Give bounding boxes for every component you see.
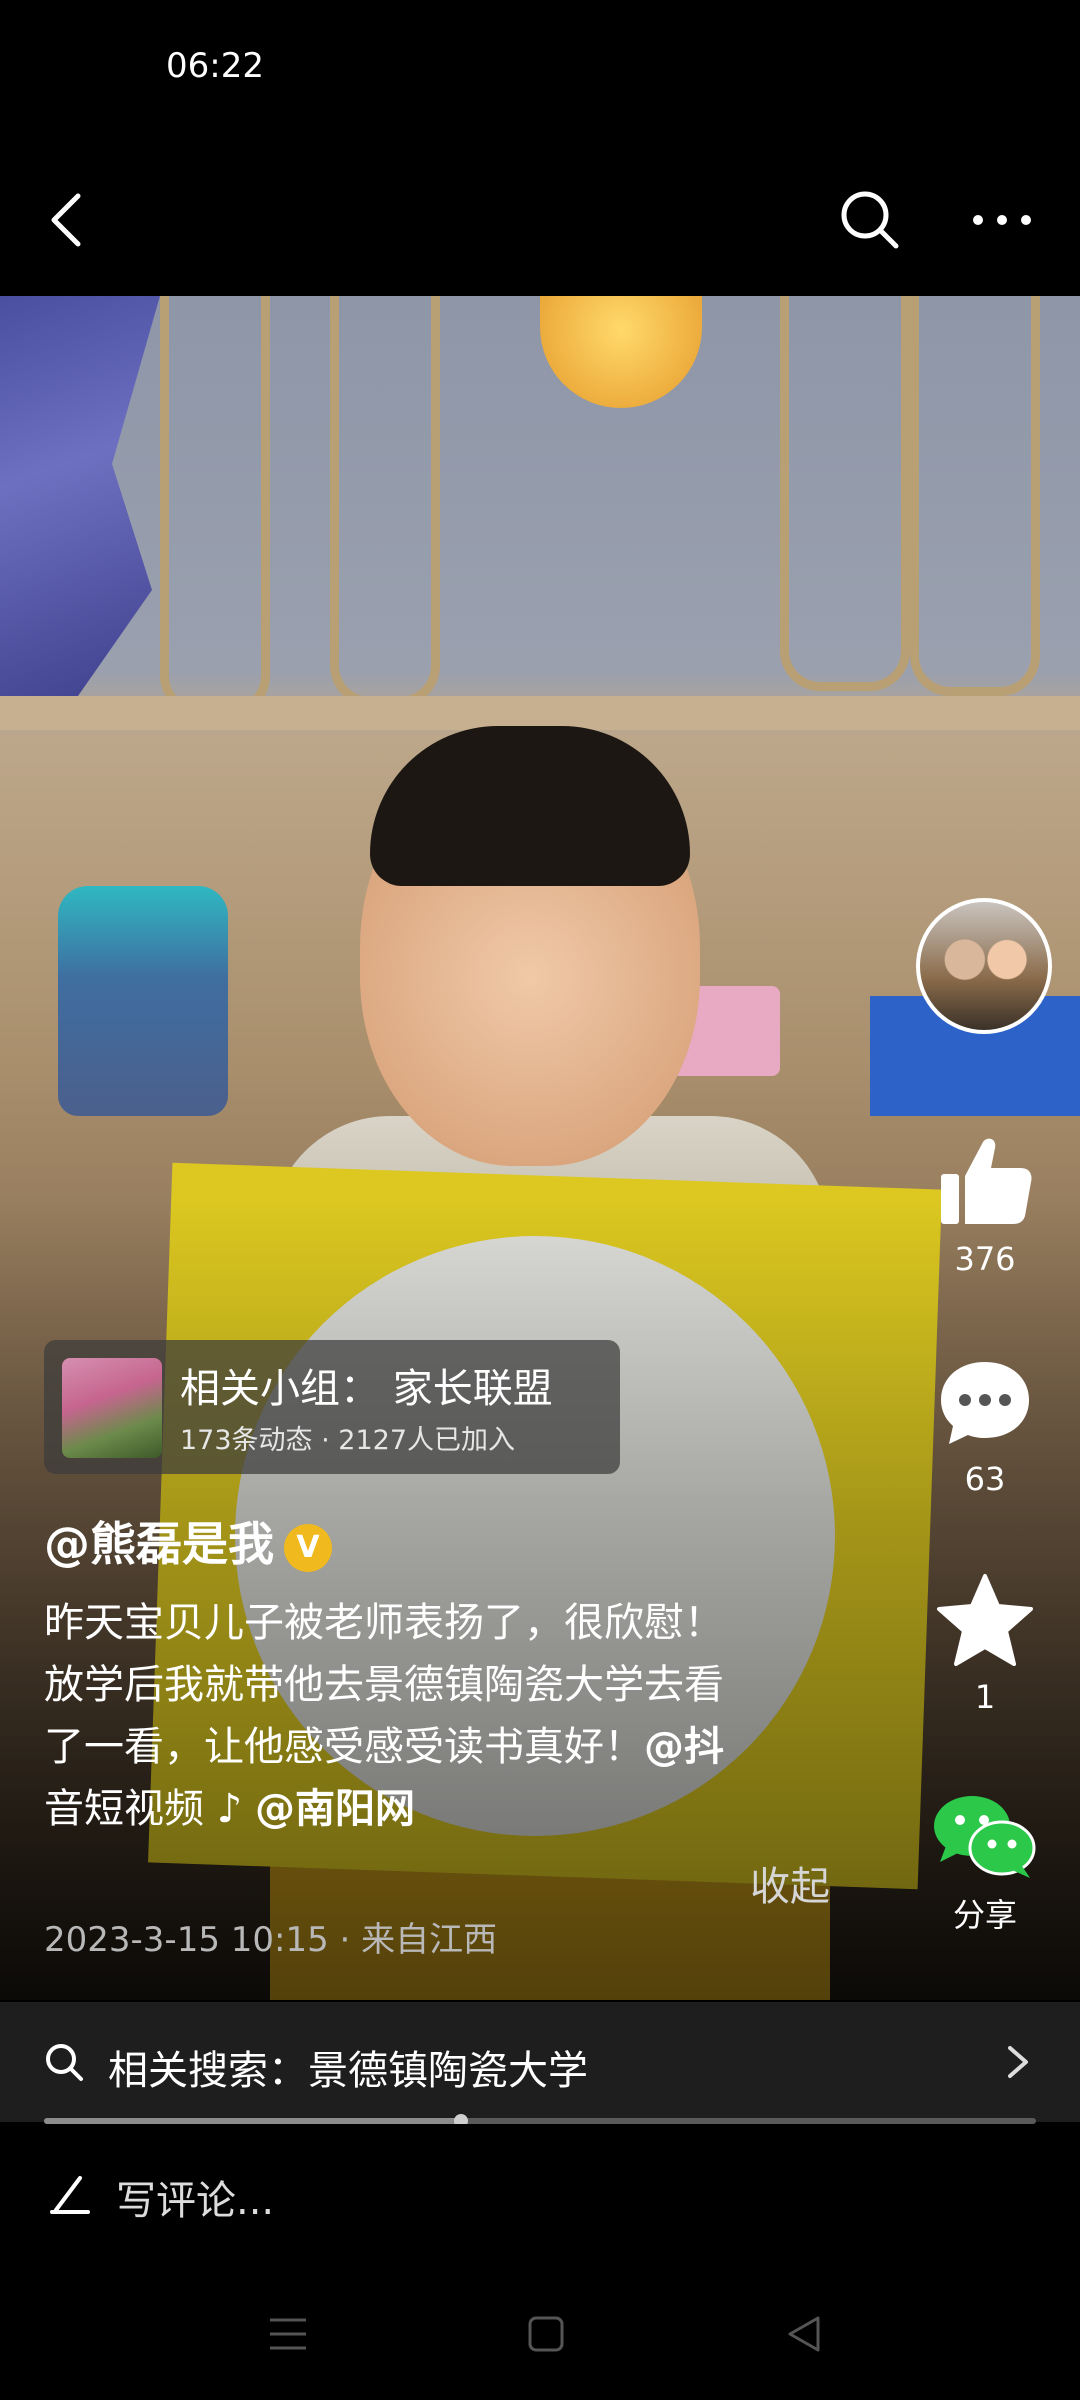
comment-bubble-icon [941, 1362, 1029, 1444]
rope-decoration [910, 296, 1040, 696]
music-note-icon: ♪ [216, 1786, 243, 1832]
group-thumbnail [62, 1358, 162, 1458]
back-button[interactable] [26, 180, 106, 260]
child-hair [370, 726, 690, 886]
thumbs-up-icon [941, 1138, 1032, 1224]
author-avatar[interactable] [916, 898, 1052, 1034]
search-icon [46, 2044, 83, 2081]
verified-icon: V [284, 1523, 332, 1572]
related-search-bar[interactable]: 相关搜索：景德镇陶瓷大学 [0, 2002, 1080, 2122]
home-button[interactable] [516, 2304, 576, 2364]
pen-icon [50, 2176, 90, 2214]
comment-count: 63 [964, 1460, 1006, 1498]
caption-line: 音短视频 ♪ @南阳网 [44, 1778, 844, 1840]
menu-icon [270, 2318, 306, 2350]
triangle-back-icon [788, 2316, 820, 2352]
more-button[interactable] [962, 180, 1042, 260]
caption-line: 昨天宝贝儿子被老师表扬了，很欣慰！ [44, 1600, 724, 1646]
post-meta: 2023-3-15 10:15 · 来自江西 [44, 1920, 498, 1960]
chevron-right-icon [1008, 2046, 1028, 2078]
share-button[interactable]: 分享 [910, 1790, 1060, 1936]
search-icon [841, 191, 899, 249]
like-count: 376 [954, 1240, 1016, 1278]
status-bar: 06:22 [0, 0, 1080, 140]
favorite-count: 1 [974, 1678, 996, 1716]
favorite-button[interactable]: 1 [910, 1572, 1060, 1716]
rope-decoration [330, 296, 440, 706]
mention-link[interactable]: @南阳网 [255, 1786, 415, 1832]
more-icon [973, 215, 1031, 225]
wall-trim [0, 696, 1080, 730]
rope-decoration [780, 296, 910, 691]
wall-decoration [0, 296, 160, 716]
rope-decoration [160, 296, 270, 716]
group-title: 相关小组： 家长联盟 [180, 1366, 553, 1412]
author-name-row[interactable]: @熊磊是我 V [44, 1508, 332, 1574]
caption-line: 了一看，让他感受感受读书真好！@抖 [44, 1716, 844, 1778]
square-icon [528, 2316, 564, 2352]
back-nav-button[interactable] [774, 2304, 834, 2364]
back-icon [51, 193, 81, 247]
recents-button[interactable] [258, 2304, 318, 2364]
comment-placeholder[interactable]: 写评论... [116, 2168, 274, 2226]
top-nav [0, 140, 1080, 296]
related-search-label: 相关搜索：景德镇陶瓷大学 [108, 2048, 588, 2094]
comment-button[interactable]: 63 [910, 1356, 1060, 1498]
like-button[interactable]: 376 [910, 1134, 1060, 1278]
caption-text: 音短视频 [44, 1786, 204, 1832]
search-button[interactable] [830, 180, 910, 260]
share-label: 分享 [952, 1896, 1017, 1934]
moon-decoration [540, 296, 702, 408]
related-group-card[interactable]: 相关小组： 家长联盟 173条动态 · 2127人已加入 [44, 1340, 620, 1474]
comment-input-bar[interactable]: 写评论... [0, 2124, 1080, 2264]
mention-link[interactable]: @抖 [644, 1724, 724, 1770]
video-caption: 昨天宝贝儿子被老师表扬了，很欣慰！ 放学后我就带他去景德镇陶瓷大学去看 了一看，… [44, 1592, 844, 1840]
wechat-icon [934, 1796, 1036, 1878]
collapse-button[interactable]: 收起 [750, 1854, 830, 1912]
author-name[interactable]: @熊磊是我 [44, 1517, 274, 1571]
system-nav-bar [0, 2264, 1080, 2400]
status-time: 06:22 [166, 46, 264, 86]
group-stats: 173条动态 · 2127人已加入 [180, 1425, 515, 1456]
water-bottle [58, 886, 228, 1116]
star-icon [937, 1574, 1033, 1666]
caption-text: 了一看，让他感受感受读书真好！ [44, 1724, 644, 1770]
caption-line: 放学后我就带他去景德镇陶瓷大学去看 [44, 1662, 724, 1708]
